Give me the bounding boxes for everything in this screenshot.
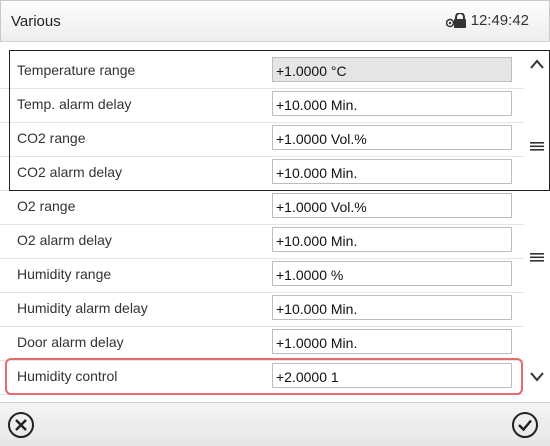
- row-temp-alarm-delay: Temp. alarm delay +10.000 Min.: [0, 88, 524, 123]
- row-label: Temp. alarm delay: [17, 96, 132, 112]
- row-value: +1.0000 °C: [272, 57, 512, 82]
- row-door-alarm-delay: Door alarm delay +1.0000 Min.: [0, 326, 524, 361]
- row-temperature-range: Temperature range +1.0000 °C: [0, 54, 524, 89]
- menu-lines-icon: [530, 142, 544, 151]
- row-value-field[interactable]: +1.0000 %: [272, 261, 512, 286]
- row-label: O2 range: [17, 198, 76, 214]
- row-label: Humidity alarm delay: [17, 300, 148, 316]
- row-label: CO2 range: [17, 130, 86, 146]
- row-humidity-control: Humidity control +2.0000 1: [0, 360, 524, 395]
- row-label: Temperature range: [17, 62, 136, 78]
- row-value-field[interactable]: +1.0000 Vol.%: [272, 193, 512, 218]
- checkmark-icon: [512, 412, 538, 438]
- row-label: Humidity control: [17, 368, 118, 384]
- chevron-up-icon: [530, 59, 544, 69]
- title-bar: Various 12:49:42: [0, 0, 550, 42]
- scroll-up-button[interactable]: [526, 58, 548, 70]
- footer-bar: [0, 402, 550, 446]
- row-humidity-alarm-delay: Humidity alarm delay +10.000 Min.: [0, 292, 524, 327]
- clock-time: 12:49:42: [470, 12, 529, 29]
- row-value-field[interactable]: +10.000 Min.: [272, 227, 512, 252]
- row-label: O2 alarm delay: [17, 232, 112, 248]
- row-value-field[interactable]: +1.0000 Min.: [272, 329, 512, 354]
- clock: 12:49:42: [445, 12, 529, 29]
- row-value-field[interactable]: +10.000 Min.: [272, 91, 512, 116]
- cancel-x-icon: [8, 412, 34, 438]
- row-humidity-range: Humidity range +1.0000 %: [0, 258, 524, 293]
- row-o2-range: O2 range +1.0000 Vol.%: [0, 190, 524, 225]
- cancel-button[interactable]: [7, 411, 35, 439]
- scroll-handle[interactable]: [526, 252, 548, 262]
- menu-lines-icon: [530, 253, 544, 262]
- confirm-button[interactable]: [511, 411, 539, 439]
- page-title: Various: [11, 13, 61, 30]
- chevron-down-icon: [530, 372, 544, 382]
- scroll-handle[interactable]: [526, 141, 548, 151]
- scroll-down-button[interactable]: [526, 370, 548, 382]
- row-label: CO2 alarm delay: [17, 164, 123, 180]
- row-label: Door alarm delay: [17, 334, 124, 350]
- row-value-field[interactable]: +2.0000 1: [272, 363, 512, 388]
- row-label: Humidity range: [17, 266, 112, 282]
- row-value-field[interactable]: +10.000 Min.: [272, 159, 512, 184]
- row-value-field[interactable]: +10.000 Min.: [272, 295, 512, 320]
- row-o2-alarm-delay: O2 alarm delay +10.000 Min.: [0, 224, 524, 259]
- row-co2-alarm-delay: CO2 alarm delay +10.000 Min.: [0, 156, 524, 191]
- lock-icon: [445, 12, 466, 28]
- row-value-field[interactable]: +1.0000 Vol.%: [272, 125, 512, 150]
- row-co2-range: CO2 range +1.0000 Vol.%: [0, 122, 524, 157]
